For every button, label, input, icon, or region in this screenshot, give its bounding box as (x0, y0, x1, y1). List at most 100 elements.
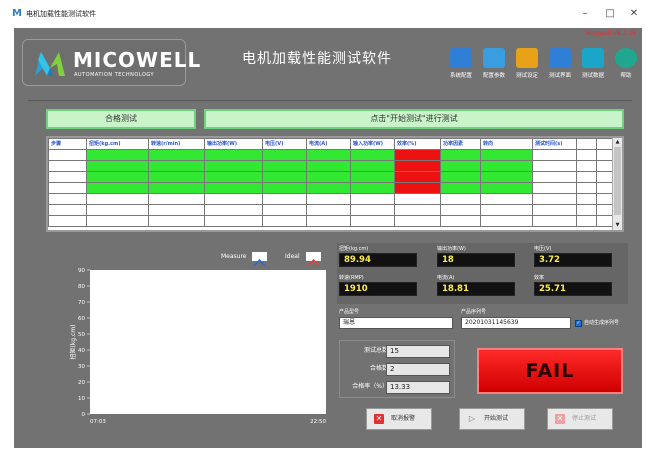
data-chart-icon (582, 48, 604, 68)
column-header: 电压(V) (262, 138, 307, 150)
serial-number-input[interactable]: 20201031145639 (461, 317, 571, 329)
table-row[interactable] (48, 182, 613, 194)
table-cell (306, 171, 351, 183)
table-cell (306, 182, 351, 194)
table-cell (262, 149, 307, 161)
column-header (576, 138, 597, 150)
micowell-logo-icon (35, 52, 65, 76)
table-cell (86, 149, 149, 161)
table-cell (204, 204, 263, 216)
product-model-input[interactable]: 瑞恩 (339, 317, 453, 329)
table-cell (350, 171, 395, 183)
auto-serial-checkbox[interactable]: ✓ (575, 320, 582, 327)
table-row[interactable] (48, 171, 613, 183)
toolbar-help[interactable]: 帮助 (609, 48, 643, 90)
table-cell (440, 149, 481, 161)
table-cell (350, 215, 395, 227)
results-table[interactable]: 步骤 扭矩(kg.cm) 转速(r/min) 输出功率(W) 电压(V) 电流(A) 输入功… (46, 136, 624, 232)
maximize-button[interactable]: □ (603, 7, 617, 21)
table-cell (440, 171, 481, 183)
table-cell (576, 204, 597, 216)
scroll-down-icon[interactable]: ▼ (614, 222, 621, 229)
clipboard-icon (516, 48, 538, 68)
legend-ideal-icon[interactable] (306, 252, 321, 267)
y-tick-label: 0 (82, 412, 86, 418)
table-row[interactable] (48, 204, 613, 216)
table-cell (306, 193, 351, 205)
toolbar-test-settings[interactable]: 测试设定 (510, 48, 544, 90)
table-cell (596, 149, 613, 161)
column-header: 测试时间(s) (532, 138, 577, 150)
version-label: Micowell-V6.2.16 (585, 30, 636, 37)
toolbar-config-params[interactable]: 配置参数 (477, 48, 511, 90)
table-cell (394, 204, 441, 216)
pass-count-value: 2 (386, 363, 450, 376)
table-row[interactable] (48, 160, 613, 172)
table-cell (350, 182, 395, 194)
torque-label: 扭矩(kg.cm) (339, 246, 369, 252)
table-scrollbar[interactable]: ▲ ▼ (612, 138, 622, 230)
close-button[interactable]: ✕ (627, 7, 641, 21)
table-cell (596, 160, 613, 172)
table-cell (262, 204, 307, 216)
y-tick-label: 50 (78, 332, 85, 338)
table-cell (48, 215, 87, 227)
table-cell (262, 160, 307, 172)
table-row[interactable] (48, 193, 613, 205)
page-title: 电机加载性能测试软件 (242, 51, 392, 67)
stop-test-button[interactable]: ✕ 停止测试 (547, 408, 613, 430)
test-statistics: 测试总数 15 合格数 2 合格率（%） 13.33 (339, 340, 455, 398)
current-label: 电流(A) (437, 275, 455, 281)
pass-count-label: 合格数 (369, 365, 388, 372)
table-cell (204, 215, 263, 227)
table-cell (532, 171, 577, 183)
table-cell (532, 160, 577, 172)
toolbar-test-interface[interactable]: 测试界面 (543, 48, 577, 90)
results-grid: 步骤 扭矩(kg.cm) 转速(r/min) 输出功率(W) 电压(V) 电流(A) 输入功… (48, 138, 613, 227)
minimize-button[interactable]: – (578, 7, 592, 21)
table-row[interactable] (48, 149, 613, 161)
table-cell (48, 182, 87, 194)
legend-ideal-label: Ideal (285, 253, 300, 260)
speed-label: 转速(RMP) (339, 275, 364, 281)
table-cell (350, 160, 395, 172)
table-cell (48, 204, 87, 216)
table-cell (394, 171, 441, 183)
table-cell (306, 215, 351, 227)
scroll-thumb[interactable] (614, 147, 621, 215)
y-tick-label: 70 (78, 300, 85, 306)
legend-measure-icon[interactable] (252, 252, 267, 267)
start-test-button[interactable]: ▷ 开始测试 (459, 408, 525, 430)
scroll-up-icon[interactable]: ▲ (614, 139, 621, 146)
torque-chart: 0 10 20 30 40 50 60 70 80 90 07:03 22:50 扭矩(kg.cm) M… (66, 250, 331, 428)
column-header: 转向 (480, 138, 533, 150)
table-cell (204, 182, 263, 194)
system-config-icon (450, 48, 472, 68)
table-cell (576, 182, 597, 194)
table-cell (480, 171, 533, 183)
table-cell (86, 182, 149, 194)
pass-rate-label: 合格率（%） (352, 383, 388, 390)
output-power-label: 输出功率(W) (437, 246, 466, 252)
table-cell (532, 204, 577, 216)
table-cell (394, 215, 441, 227)
product-model-label: 产品型号 (339, 309, 360, 315)
table-cell (576, 149, 597, 161)
table-cell (480, 215, 533, 227)
table-cell (148, 149, 205, 161)
cancel-alarm-icon: ✕ (374, 414, 384, 424)
toolbar-test-data[interactable]: 测试数据 (576, 48, 610, 90)
cancel-alarm-button[interactable]: ✕ 取消报警 (366, 408, 432, 430)
table-cell (306, 160, 351, 172)
stop-icon: ✕ (555, 414, 565, 424)
table-cell (306, 149, 351, 161)
table-cell (480, 160, 533, 172)
table-cell (48, 171, 87, 183)
header-divider (28, 100, 632, 101)
app-logo-icon: M (12, 8, 22, 19)
table-row[interactable] (48, 215, 613, 227)
table-cell (440, 204, 481, 216)
table-cell (350, 204, 395, 216)
toolbar-system-config[interactable]: 系统配置 (444, 48, 478, 90)
legend-measure-label: Measure (221, 253, 247, 260)
